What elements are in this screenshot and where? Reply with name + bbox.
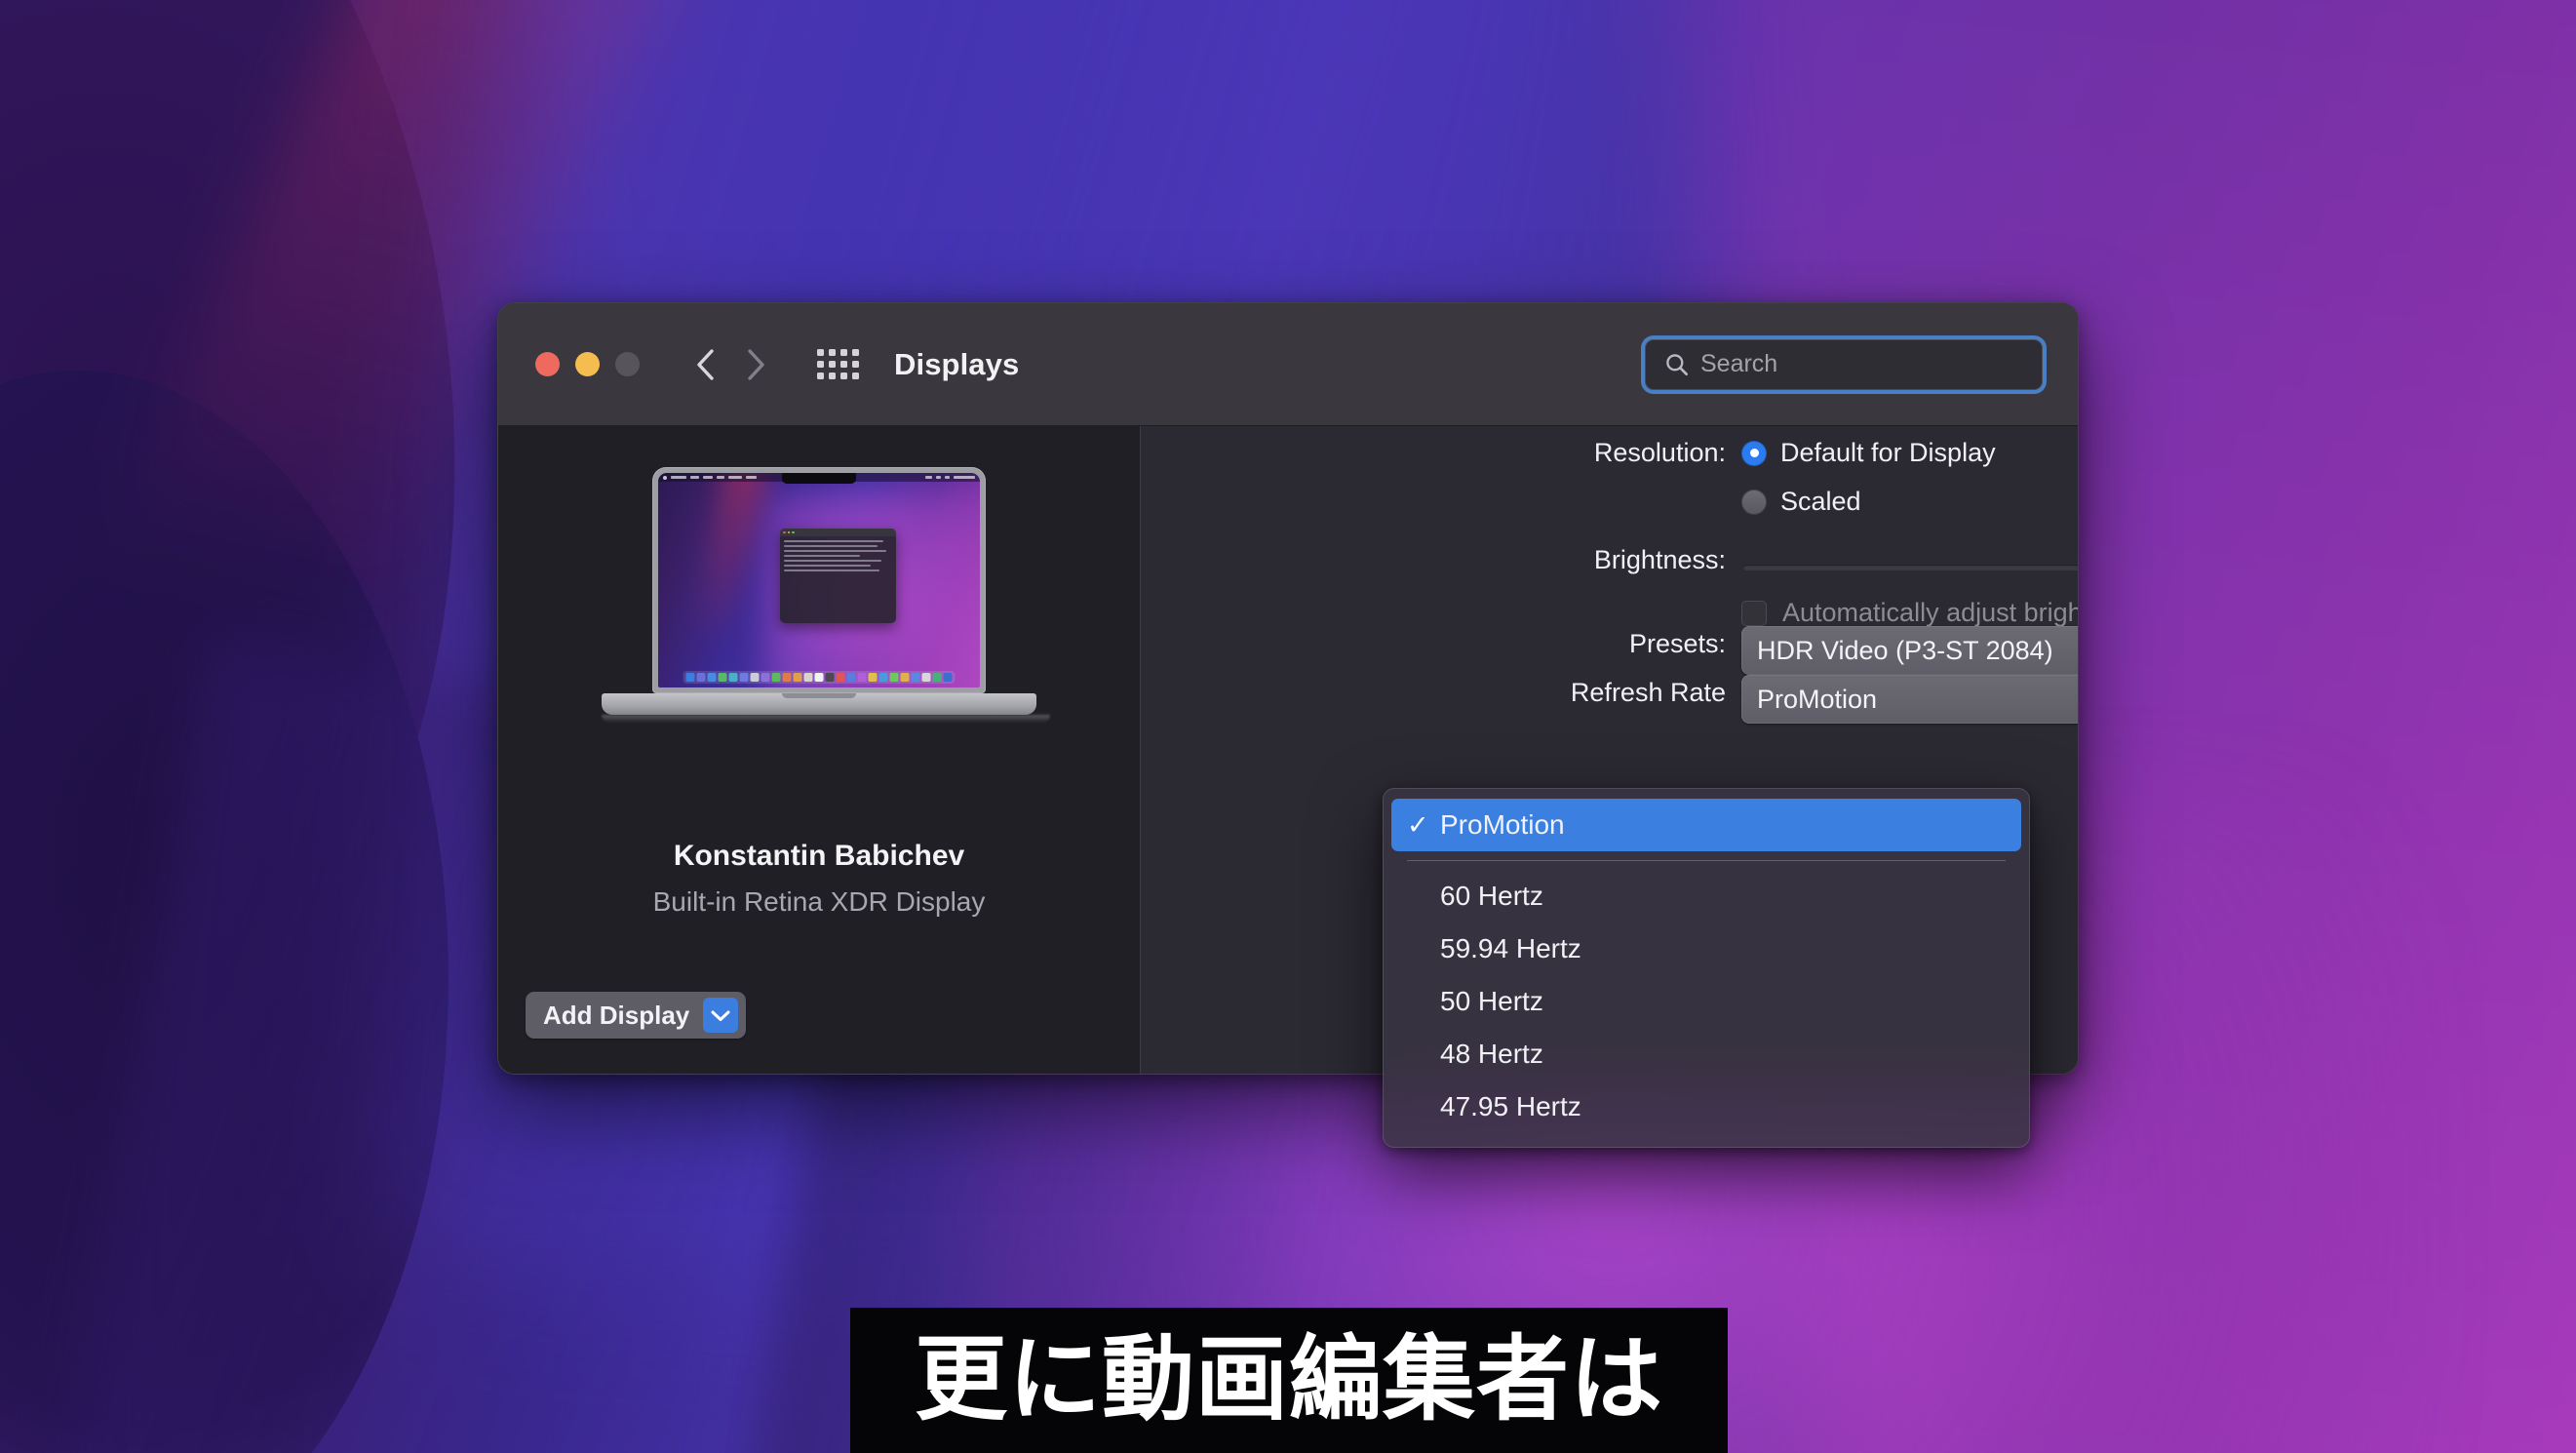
mini-window bbox=[780, 529, 897, 623]
resolution-label: Resolution: bbox=[1593, 438, 1726, 467]
add-display-label: Add Display bbox=[543, 1000, 690, 1030]
brightness-label: Brightness: bbox=[1593, 545, 1726, 574]
check-icon: ✓ bbox=[1407, 809, 1429, 840]
brightness-slider-track[interactable] bbox=[1743, 565, 2078, 570]
subtitle-bar: 更に動画編集者は bbox=[850, 1308, 1728, 1453]
refresh-rate-dropdown-menu[interactable]: ✓ ProMotion 60 Hertz 59.94 Hertz 50 Hert… bbox=[1383, 788, 2030, 1148]
resolution-option-scaled[interactable]: Scaled bbox=[1741, 487, 1861, 517]
refresh-rate-value: ProMotion bbox=[1757, 684, 1878, 714]
traffic-light-buttons bbox=[535, 352, 640, 376]
wallpaper-band bbox=[0, 371, 449, 1453]
menu-item-60hz[interactable]: 60 Hertz bbox=[1391, 870, 2021, 923]
radio-default-label: Default for Display bbox=[1780, 438, 1996, 467]
search-icon bbox=[1666, 354, 1688, 375]
radio-default-for-display[interactable] bbox=[1741, 440, 1767, 466]
radio-scaled-label: Scaled bbox=[1780, 487, 1861, 516]
menu-separator bbox=[1407, 860, 2006, 861]
auto-brightness-checkbox[interactable] bbox=[1741, 600, 1767, 626]
presets-label-wrap: Presets: bbox=[1141, 629, 1726, 659]
display-name: Konstantin Babichev bbox=[673, 840, 965, 872]
menu-item-4795hz[interactable]: 47.95 Hertz bbox=[1391, 1080, 2021, 1133]
presets-popup-button[interactable]: HDR Video (P3-ST 2084) bbox=[1741, 626, 2078, 675]
zoom-button bbox=[615, 352, 640, 376]
laptop-base bbox=[602, 693, 1036, 715]
auto-brightness-label: Automatically adjust brightness bbox=[1782, 598, 2078, 627]
add-display-button[interactable]: Add Display bbox=[526, 992, 747, 1039]
screen-notch bbox=[782, 473, 856, 484]
laptop-screen bbox=[658, 473, 980, 687]
menu-item-label: 60 Hertz bbox=[1440, 881, 1543, 911]
chevron-down-icon bbox=[703, 998, 739, 1033]
back-button[interactable] bbox=[690, 348, 720, 380]
radio-scaled[interactable] bbox=[1741, 489, 1767, 515]
search-input[interactable] bbox=[1698, 349, 2030, 379]
menu-item-label: 50 Hertz bbox=[1440, 986, 1543, 1016]
presets-label: Presets: bbox=[1628, 629, 1726, 658]
display-subtitle: Built-in Retina XDR Display bbox=[652, 886, 986, 917]
minimize-button[interactable] bbox=[575, 352, 600, 376]
close-button[interactable] bbox=[535, 352, 560, 376]
laptop-shadow bbox=[602, 715, 1050, 723]
mini-dock bbox=[683, 671, 956, 684]
menu-item-promotion[interactable]: ✓ ProMotion bbox=[1391, 799, 2021, 851]
menu-item-5994hz[interactable]: 59.94 Hertz bbox=[1391, 923, 2021, 975]
search-field[interactable] bbox=[1645, 338, 2043, 390]
resolution-option-default[interactable]: Default for Display bbox=[1741, 438, 1996, 468]
page-title: Displays bbox=[894, 346, 1020, 381]
menu-item-label: ProMotion bbox=[1440, 809, 1565, 840]
menu-item-48hz[interactable]: 48 Hertz bbox=[1391, 1028, 2021, 1080]
menu-item-label: 59.94 Hertz bbox=[1440, 933, 1581, 963]
laptop-lid bbox=[652, 467, 986, 693]
menu-item-label: 48 Hertz bbox=[1440, 1039, 1543, 1069]
display-sidebar: Konstantin Babichev Built-in Retina XDR … bbox=[498, 426, 1141, 1074]
wallpaper-band bbox=[0, 0, 546, 1171]
menu-item-label: 47.95 Hertz bbox=[1440, 1091, 1581, 1121]
auto-brightness-checkbox-row[interactable]: Automatically adjust brightness bbox=[1741, 598, 2078, 628]
macbook-illustration bbox=[602, 467, 1050, 723]
refresh-rate-popup-button[interactable]: ProMotion bbox=[1741, 675, 2078, 724]
presets-value: HDR Video (P3-ST 2084) bbox=[1757, 635, 2053, 665]
brightness-label-wrap: Brightness: bbox=[1141, 545, 1726, 575]
resolution-label-wrap: Resolution: bbox=[1141, 438, 1726, 468]
forward-button[interactable] bbox=[741, 348, 770, 380]
refresh-rate-label: Refresh Rate bbox=[1570, 678, 1726, 707]
navigation-buttons bbox=[690, 348, 770, 380]
menu-item-50hz[interactable]: 50 Hertz bbox=[1391, 975, 2021, 1028]
refresh-rate-label-wrap: Refresh Rate bbox=[1141, 678, 1726, 708]
window-titlebar: Displays bbox=[498, 303, 2078, 426]
subtitle-text: 更に動画編集者は bbox=[914, 1328, 1663, 1432]
show-all-grid-icon[interactable] bbox=[817, 349, 859, 379]
